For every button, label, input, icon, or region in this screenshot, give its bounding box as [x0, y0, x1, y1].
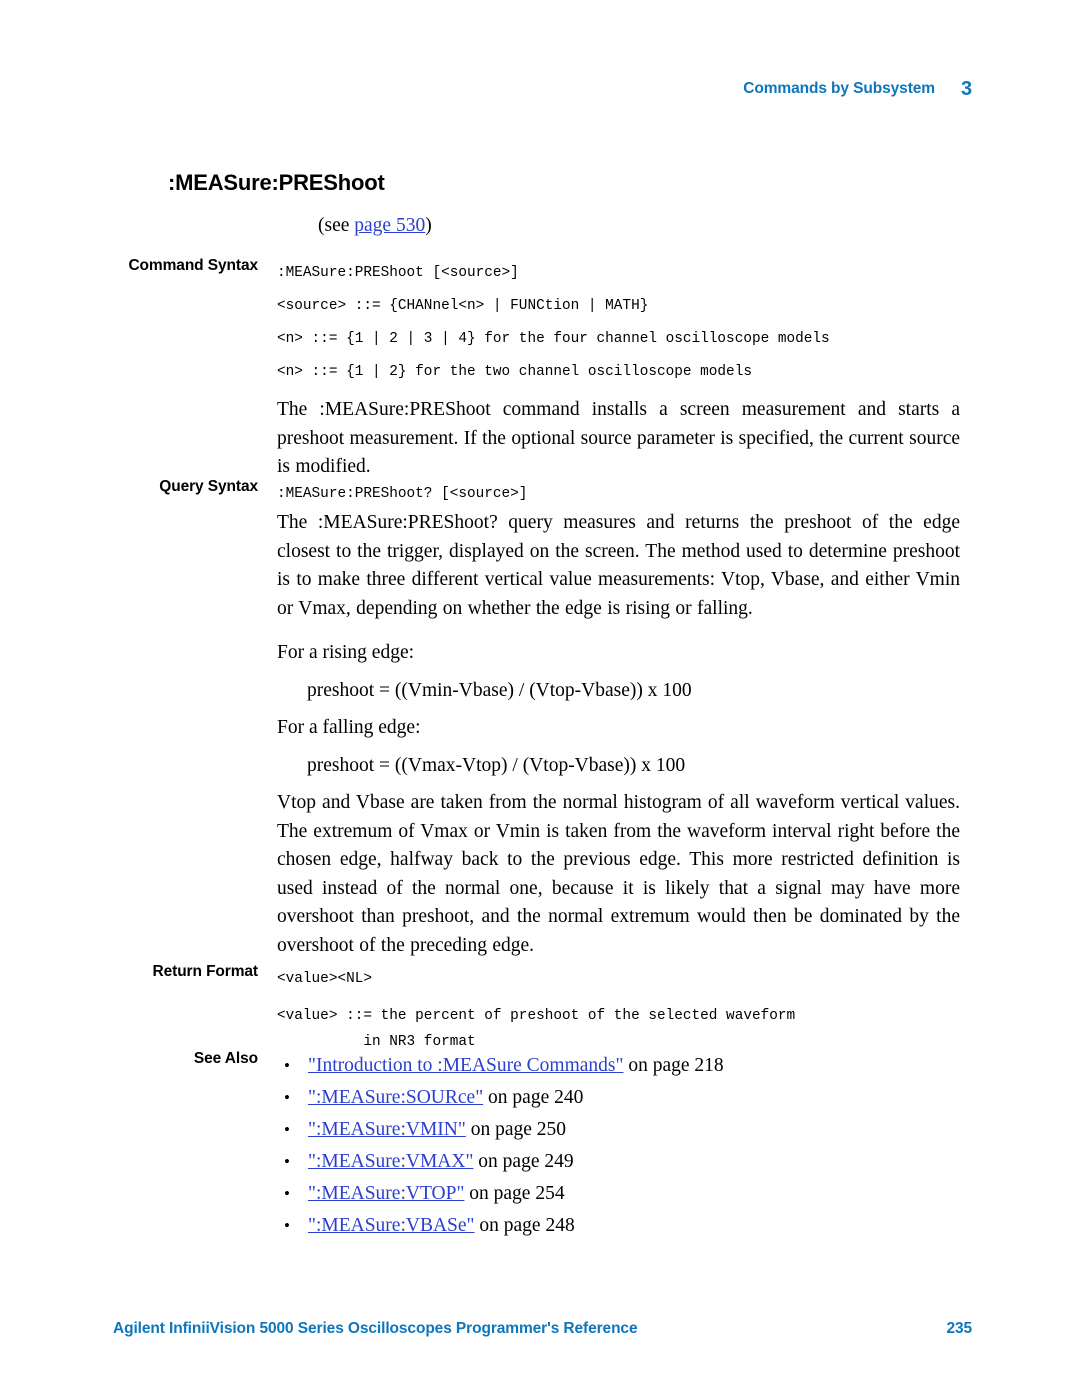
see-also-link[interactable]: ":MEASure:VMAX" — [308, 1151, 473, 1172]
code-line: :MEASure:PREShoot? [<source>] — [277, 486, 528, 502]
query-syntax-description: The :MEASure:PREShoot? query measures an… — [277, 509, 960, 623]
list-item: • ":MEASure:VBASe" on page 248 — [277, 1210, 960, 1242]
bullet-icon: • — [284, 1088, 290, 1107]
paragraph: The :MEASure:PREShoot? query measures an… — [277, 512, 960, 619]
code-line: <value><NL> — [277, 971, 372, 987]
list-item: • ":MEASure:SOURce" on page 240 — [277, 1082, 960, 1114]
rising-edge-body: For a rising edge: preshoot = ((Vmin-Vba… — [277, 639, 960, 780]
code-line: <n> ::= {1 | 2 | 3 | 4} for the four cha… — [277, 331, 830, 347]
bullet-icon: • — [284, 1216, 290, 1235]
command-syntax-label: Command Syntax — [128, 257, 258, 274]
command-syntax-description: The :MEASure:PREShoot command installs a… — [277, 396, 960, 482]
see-page-reference: (see page 530) — [318, 215, 432, 237]
falling-edge-formula: preshoot = ((Vmax-Vtop) / (Vtop-Vbase)) … — [307, 754, 686, 776]
return-format-body: <value><NL> <value> ::= the percent of p… — [277, 963, 960, 1055]
bullet-icon: • — [284, 1184, 290, 1203]
paragraph: Vtop and Vbase are taken from the normal… — [277, 792, 960, 956]
return-format-label: Return Format — [152, 963, 259, 980]
list-item: • ":MEASure:VTOP" on page 254 — [277, 1178, 960, 1210]
see-prefix: (see — [318, 215, 355, 236]
footer-page-number: 235 — [946, 1320, 972, 1337]
see-also-page: on page 250 — [465, 1119, 567, 1140]
list-item: • ":MEASure:VMIN" on page 250 — [277, 1114, 960, 1146]
see-also-link[interactable]: ":MEASure:VBASe" — [308, 1215, 475, 1236]
page-title: :MEASure:PREShoot — [168, 170, 385, 195]
code-line: <value> ::= the percent of preshoot of t… — [277, 1008, 796, 1050]
see-also-link[interactable]: "Introduction to :MEASure Commands" — [308, 1055, 623, 1076]
see-also-list: • "Introduction to :MEASure Commands" on … — [277, 1050, 960, 1242]
falling-edge-heading: For a falling edge: — [277, 717, 421, 738]
query-syntax-body: :MEASure:PREShoot? [<source>] — [277, 478, 960, 511]
see-also-page: on page 248 — [474, 1215, 575, 1236]
list-item: • ":MEASure:VMAX" on page 249 — [277, 1146, 960, 1178]
see-also-page: on page 218 — [623, 1055, 724, 1076]
see-also-link[interactable]: ":MEASure:VMIN" — [308, 1119, 466, 1140]
bullet-icon: • — [284, 1120, 290, 1139]
rising-edge-formula: preshoot = ((Vmin-Vbase) / (Vtop-Vbase))… — [307, 679, 692, 701]
header-chapter-title: Commands by Subsystem — [743, 80, 935, 97]
footer-title: Agilent InfiniiVision 5000 Series Oscill… — [113, 1320, 638, 1337]
bullet-icon: • — [284, 1056, 290, 1075]
see-also-body: • "Introduction to :MEASure Commands" on … — [277, 1050, 960, 1242]
see-also-page: on page 254 — [464, 1183, 565, 1204]
see-suffix: ) — [425, 215, 432, 236]
preshoot-notes-body: Vtop and Vbase are taken from the normal… — [277, 789, 960, 960]
see-also-page: on page 249 — [473, 1151, 574, 1172]
command-syntax-body: :MEASure:PREShoot [<source>] <source> ::… — [277, 257, 960, 389]
see-page-link[interactable]: page 530 — [354, 215, 425, 236]
see-also-link[interactable]: ":MEASure:VTOP" — [308, 1183, 464, 1204]
see-also-label: See Also — [193, 1050, 258, 1067]
paragraph: The :MEASure:PREShoot command installs a… — [277, 399, 960, 477]
query-syntax-label: Query Syntax — [159, 478, 258, 495]
see-also-link[interactable]: ":MEASure:SOURce" — [308, 1087, 483, 1108]
rising-edge-heading: For a rising edge: — [277, 642, 415, 663]
header-chapter-number: 3 — [960, 78, 972, 100]
bullet-icon: • — [284, 1152, 290, 1171]
list-item: • "Introduction to :MEASure Commands" on … — [277, 1050, 960, 1082]
page-footer: 235 Agilent InfiniiVision 5000 Series Os… — [113, 1320, 972, 1338]
code-line: <source> ::= {CHANnel<n> | FUNCtion | MA… — [277, 298, 649, 314]
see-also-page: on page 240 — [483, 1087, 584, 1108]
code-line: :MEASure:PREShoot [<source>] — [277, 265, 519, 281]
page-header: Commands by Subsystem 3 — [0, 78, 972, 101]
code-line: <n> ::= {1 | 2} for the two channel osci… — [277, 364, 752, 380]
